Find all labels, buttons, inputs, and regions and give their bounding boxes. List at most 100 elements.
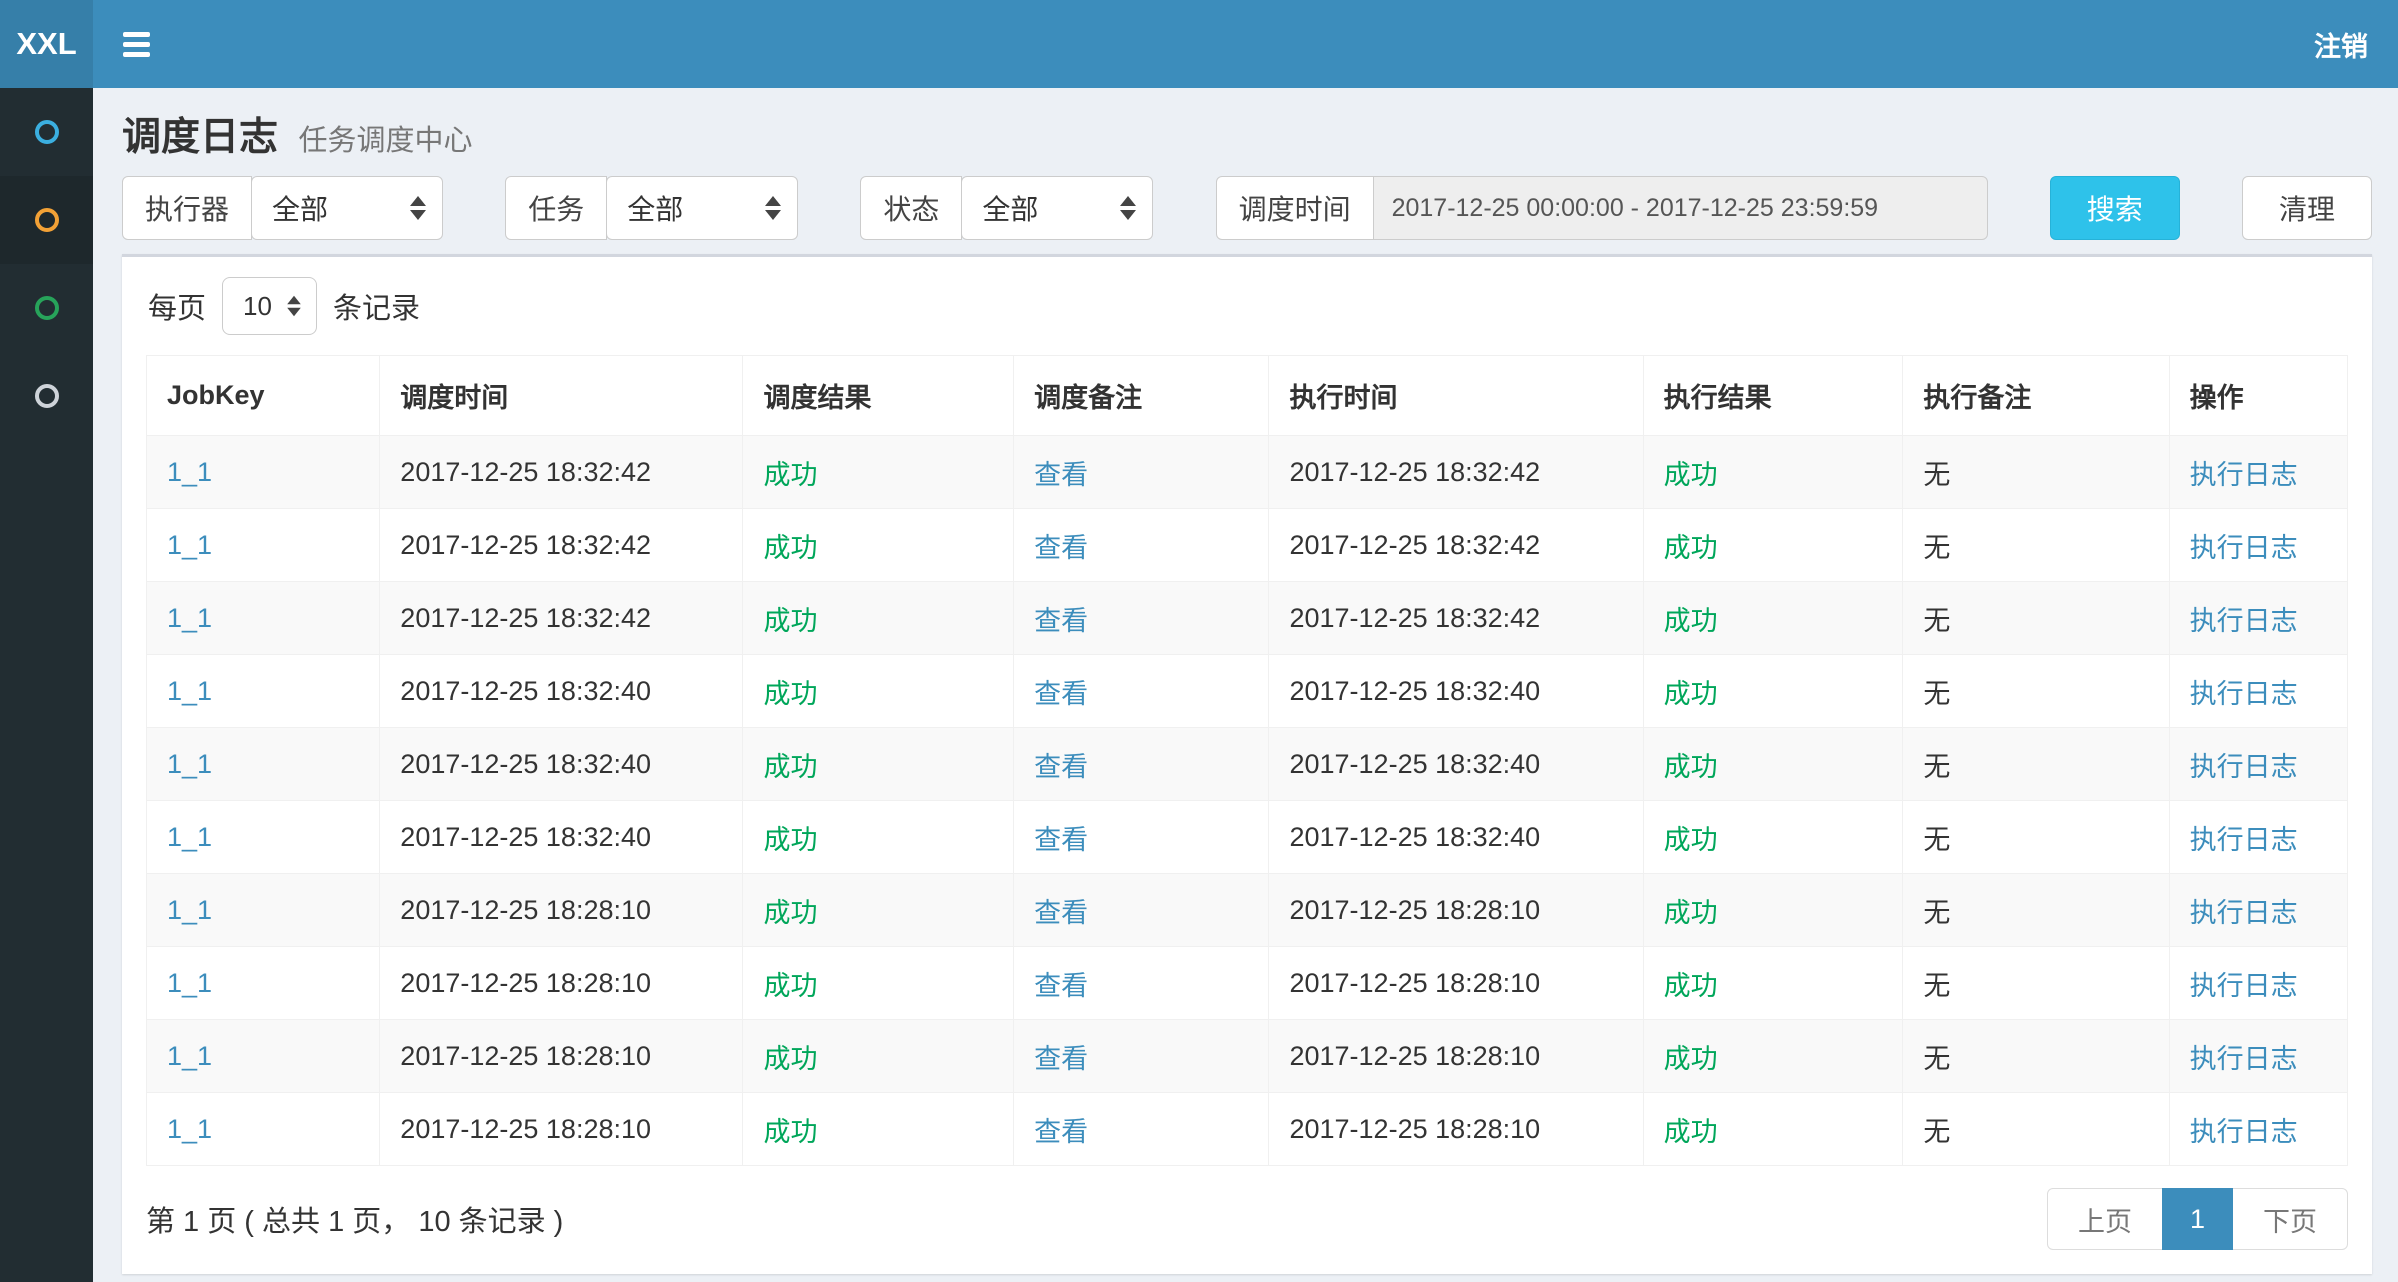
- jobkey-link[interactable]: 1_1: [167, 968, 212, 998]
- executor-label: 执行器: [122, 176, 252, 240]
- column-header: 执行结果: [1643, 356, 1903, 436]
- trigger-time-cell: 2017-12-25 18:32:42: [380, 436, 743, 509]
- handle-time-cell: 2017-12-25 18:32:40: [1269, 655, 1643, 728]
- handle-time-cell: 2017-12-25 18:32:42: [1269, 509, 1643, 582]
- page-subtitle: 任务调度中心: [298, 125, 472, 157]
- jobkey-link[interactable]: 1_1: [167, 895, 212, 925]
- trigger-result-cell: 成功: [743, 509, 1014, 582]
- handle-msg-cell: 无: [1903, 1020, 2169, 1093]
- filter-job-group: 任务 全部: [505, 176, 798, 240]
- column-header: 执行备注: [1903, 356, 2169, 436]
- exec-log-link[interactable]: 执行日志: [2190, 679, 2298, 709]
- trigger-msg-link[interactable]: 查看: [1034, 752, 1088, 782]
- next-page-button[interactable]: 下页: [2232, 1188, 2348, 1250]
- handle-msg-cell: 无: [1903, 1093, 2169, 1166]
- trigger-time-cell: 2017-12-25 18:28:10: [380, 874, 743, 947]
- handle-result-cell: 成功: [1643, 1020, 1903, 1093]
- table-body: 1_1 2017-12-25 18:32:42 成功 查看 2017-12-25…: [147, 436, 2348, 1166]
- exec-log-link[interactable]: 执行日志: [2190, 971, 2298, 1001]
- trigger-result-cell: 成功: [743, 874, 1014, 947]
- table-row: 1_1 2017-12-25 18:32:42 成功 查看 2017-12-25…: [147, 436, 2348, 509]
- trigger-msg-link[interactable]: 查看: [1034, 898, 1088, 928]
- prev-page-button[interactable]: 上页: [2047, 1188, 2163, 1250]
- trigger-msg-link[interactable]: 查看: [1034, 460, 1088, 490]
- pagination: 上页 1 下页: [2047, 1188, 2348, 1250]
- select-arrows-icon: [765, 196, 781, 220]
- circle-icon: [35, 120, 59, 144]
- sidebar-item-2[interactable]: [0, 176, 93, 264]
- column-header: 执行时间: [1269, 356, 1643, 436]
- trigger-result-cell: 成功: [743, 1020, 1014, 1093]
- column-header: 操作: [2169, 356, 2347, 436]
- circle-icon: [35, 384, 59, 408]
- trigger-time-cell: 2017-12-25 18:28:10: [380, 1093, 743, 1166]
- app-logo[interactable]: XXL: [0, 0, 93, 88]
- executor-select[interactable]: 全部: [251, 176, 443, 240]
- handle-result-cell: 成功: [1643, 436, 1903, 509]
- jobkey-link[interactable]: 1_1: [167, 1114, 212, 1144]
- trigger-result-cell: 成功: [743, 801, 1014, 874]
- exec-log-link[interactable]: 执行日志: [2190, 460, 2298, 490]
- exec-log-link[interactable]: 执行日志: [2190, 1117, 2298, 1147]
- column-header: 调度时间: [380, 356, 743, 436]
- trigger-msg-link[interactable]: 查看: [1034, 971, 1088, 1001]
- table-row: 1_1 2017-12-25 18:32:40 成功 查看 2017-12-25…: [147, 728, 2348, 801]
- filter-trigger-time-group: 调度时间 2017-12-25 00:00:00 - 2017-12-25 23…: [1216, 176, 1988, 240]
- current-page-button[interactable]: 1: [2162, 1188, 2233, 1250]
- trigger-msg-link[interactable]: 查看: [1034, 679, 1088, 709]
- handle-msg-cell: 无: [1903, 509, 2169, 582]
- clear-button[interactable]: 清理: [2242, 176, 2372, 240]
- handle-result-cell: 成功: [1643, 728, 1903, 801]
- select-arrows-icon: [287, 296, 301, 316]
- sidebar-item-3[interactable]: [0, 264, 93, 352]
- jobkey-link[interactable]: 1_1: [167, 530, 212, 560]
- column-header: JobKey: [147, 356, 380, 436]
- trigger-time-label: 调度时间: [1216, 176, 1374, 240]
- trigger-msg-link[interactable]: 查看: [1034, 533, 1088, 563]
- exec-log-link[interactable]: 执行日志: [2190, 533, 2298, 563]
- sidebar-toggle-button[interactable]: [123, 32, 150, 57]
- exec-log-link[interactable]: 执行日志: [2190, 1044, 2298, 1074]
- navbar-main: 注销: [93, 0, 2398, 88]
- handle-time-cell: 2017-12-25 18:28:10: [1269, 947, 1643, 1020]
- filter-status-group: 状态 全部: [860, 176, 1153, 240]
- sidebar: [0, 88, 93, 1282]
- exec-log-link[interactable]: 执行日志: [2190, 752, 2298, 782]
- exec-log-link[interactable]: 执行日志: [2190, 898, 2298, 928]
- trigger-msg-link[interactable]: 查看: [1034, 606, 1088, 636]
- handle-result-cell: 成功: [1643, 801, 1903, 874]
- trigger-msg-link[interactable]: 查看: [1034, 825, 1088, 855]
- select-arrows-icon: [1120, 196, 1136, 220]
- handle-result-cell: 成功: [1643, 582, 1903, 655]
- logout-link[interactable]: 注销: [2314, 25, 2368, 64]
- page-size-select[interactable]: 10: [222, 277, 317, 335]
- trigger-msg-link[interactable]: 查看: [1034, 1117, 1088, 1147]
- jobkey-link[interactable]: 1_1: [167, 1041, 212, 1071]
- jobkey-link[interactable]: 1_1: [167, 749, 212, 779]
- jobkey-link[interactable]: 1_1: [167, 676, 212, 706]
- filter-row: 执行器 全部 任务 全部 状态 全部 调度时间 2017-12-25 00:00…: [122, 176, 2372, 240]
- handle-time-cell: 2017-12-25 18:32:42: [1269, 436, 1643, 509]
- handle-result-cell: 成功: [1643, 509, 1903, 582]
- trigger-msg-link[interactable]: 查看: [1034, 1044, 1088, 1074]
- jobkey-link[interactable]: 1_1: [167, 457, 212, 487]
- sidebar-item-1[interactable]: [0, 88, 93, 176]
- circle-icon: [35, 296, 59, 320]
- jobkey-link[interactable]: 1_1: [167, 603, 212, 633]
- top-navbar: XXL 注销: [0, 0, 2398, 88]
- trigger-time-range-input[interactable]: 2017-12-25 00:00:00 - 2017-12-25 23:59:5…: [1373, 176, 1988, 240]
- exec-log-link[interactable]: 执行日志: [2190, 825, 2298, 855]
- status-select[interactable]: 全部: [961, 176, 1153, 240]
- trigger-time-cell: 2017-12-25 18:32:42: [380, 582, 743, 655]
- sidebar-item-4[interactable]: [0, 352, 93, 440]
- jobkey-link[interactable]: 1_1: [167, 822, 212, 852]
- page-size-prefix-label: 每页: [148, 285, 206, 327]
- trigger-result-cell: 成功: [743, 436, 1014, 509]
- page-size-row: 每页 10 条记录: [148, 277, 2348, 335]
- job-select[interactable]: 全部: [606, 176, 798, 240]
- search-button[interactable]: 搜索: [2050, 176, 2180, 240]
- table-header-row: JobKey调度时间调度结果调度备注执行时间执行结果执行备注操作: [147, 356, 2348, 436]
- exec-log-link[interactable]: 执行日志: [2190, 606, 2298, 636]
- table-row: 1_1 2017-12-25 18:28:10 成功 查看 2017-12-25…: [147, 1093, 2348, 1166]
- handle-time-cell: 2017-12-25 18:32:40: [1269, 728, 1643, 801]
